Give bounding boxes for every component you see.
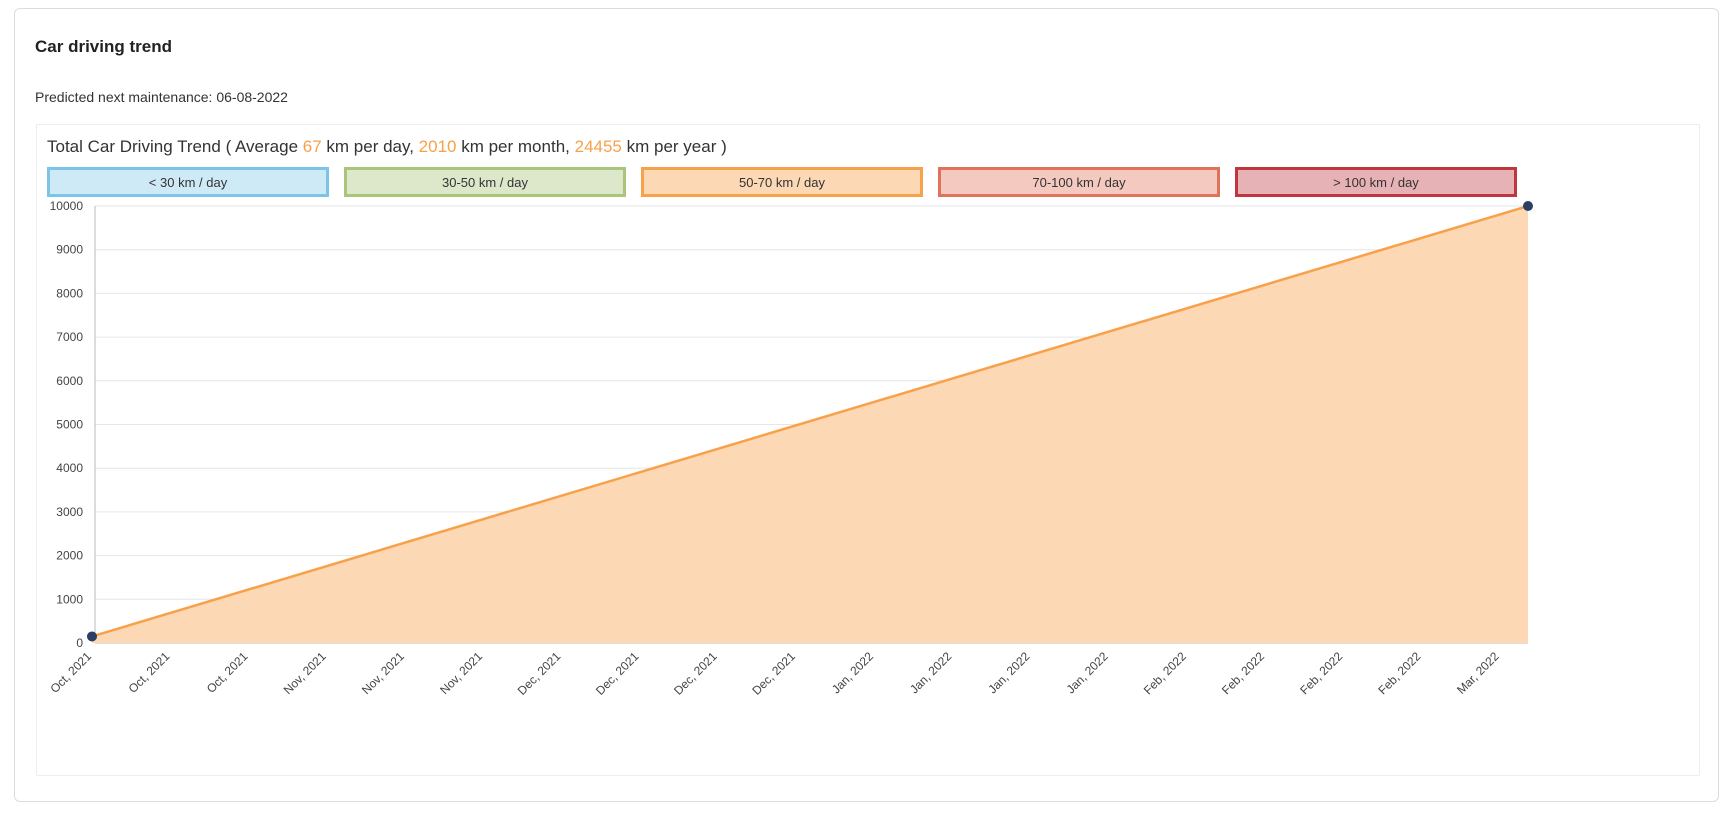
x-tick-label: Jan, 2022: [985, 649, 1032, 696]
maintenance-prediction: Predicted next maintenance: 06-08-2022: [35, 89, 288, 105]
data-point: [1523, 201, 1533, 211]
y-tick-label: 8000: [56, 286, 83, 300]
x-tick-label: Dec, 2021: [593, 649, 642, 698]
x-tick-label: Oct, 2021: [47, 649, 94, 696]
x-tick-label: Jan, 2022: [829, 649, 876, 696]
y-tick-label: 1000: [56, 592, 83, 606]
area-chart: 0 1000 2000 3000 4000 5000 6000 7000 8000 9000 100…: [47, 199, 1533, 698]
x-tick-label: Dec, 2021: [749, 649, 798, 698]
x-tick-label: Feb, 2022: [1375, 649, 1423, 697]
x-tick-label: Nov, 2021: [359, 649, 407, 697]
y-tick-label: 5000: [56, 418, 83, 432]
y-tick-label: 2000: [56, 549, 83, 563]
y-tick-label: 0: [76, 636, 83, 650]
y-tick-label: 6000: [56, 374, 83, 388]
x-tick-label: Dec, 2021: [671, 649, 720, 698]
driving-trend-card: Car driving trend Predicted next mainten…: [14, 8, 1719, 802]
y-tick-label: 7000: [56, 330, 83, 344]
y-tick-label: 10000: [50, 199, 84, 213]
y-tick-label: 4000: [56, 461, 83, 475]
x-tick-label: Mar, 2022: [1454, 649, 1502, 697]
y-tick-label: 3000: [56, 505, 83, 519]
x-tick-label: Jan, 2022: [907, 649, 954, 696]
chart-panel: Total Car Driving Trend ( Average 67 km …: [36, 124, 1700, 776]
x-tick-label: Dec, 2021: [515, 649, 564, 698]
x-tick-label: Nov, 2021: [281, 649, 329, 697]
x-tick-label: Oct, 2021: [126, 649, 173, 696]
x-tick-label: Oct, 2021: [204, 649, 251, 696]
x-tick-label: Nov, 2021: [437, 649, 485, 697]
x-tick-label: Feb, 2022: [1297, 649, 1345, 697]
x-tick-label: Feb, 2022: [1141, 649, 1189, 697]
x-tick-label: Jan, 2022: [1064, 649, 1111, 696]
y-tick-label: 9000: [56, 243, 83, 257]
data-point: [87, 631, 97, 642]
card-title: Car driving trend: [35, 37, 172, 56]
x-tick-label: Feb, 2022: [1219, 649, 1267, 697]
